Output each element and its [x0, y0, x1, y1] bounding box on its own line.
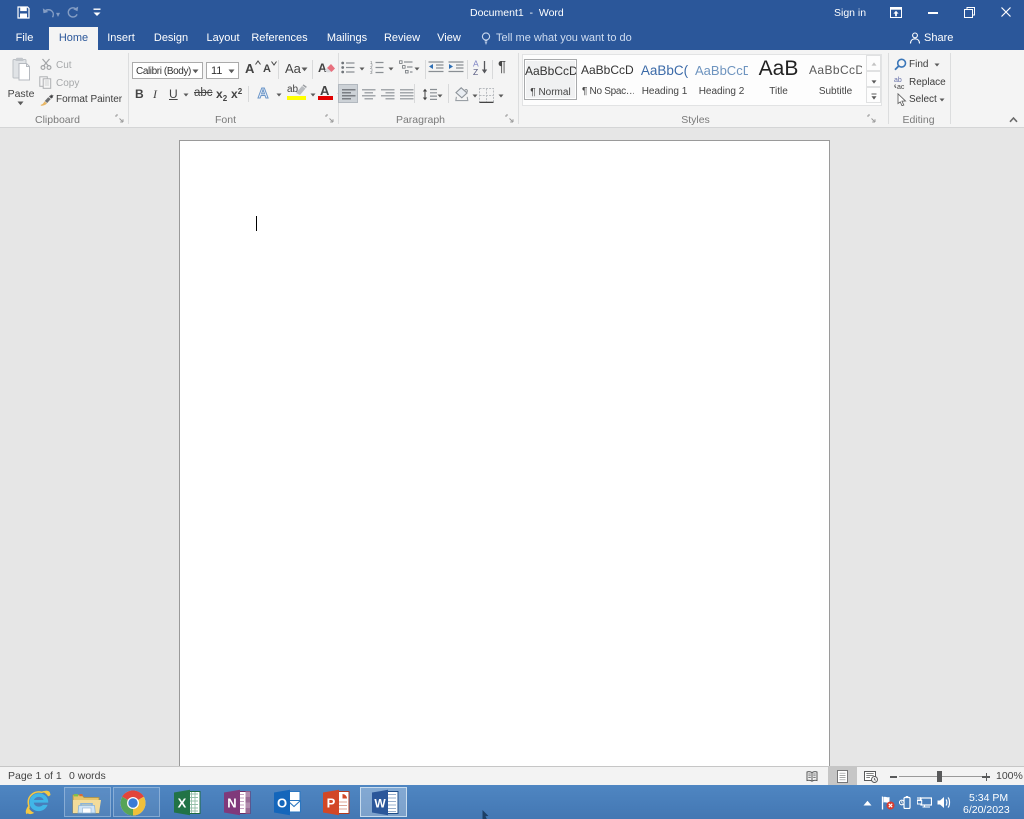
svg-text:O: O [277, 796, 287, 811]
svg-text:ac: ac [897, 84, 905, 89]
svg-text:ab: ab [894, 77, 902, 84]
svg-text:N: N [227, 796, 236, 811]
svg-text:W: W [374, 797, 386, 811]
svg-text:3: 3 [370, 70, 373, 74]
svg-text:A: A [258, 85, 269, 101]
svg-text:P: P [327, 796, 336, 811]
svg-text:X: X [178, 796, 187, 811]
svg-text:Z: Z [473, 67, 478, 75]
